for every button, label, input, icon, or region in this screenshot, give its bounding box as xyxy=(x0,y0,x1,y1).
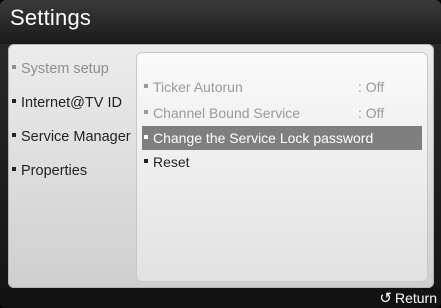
sidebar-item-system-setup[interactable]: System setup xyxy=(12,60,136,94)
sidebar-item-label: System setup xyxy=(21,61,109,77)
sidebar-item-label: Service Manager xyxy=(21,129,131,145)
option-value: : Off xyxy=(358,105,385,121)
sidebar-item-internet-tv-id[interactable]: Internet@TV ID xyxy=(12,94,136,128)
return-label: Return xyxy=(394,290,437,306)
settings-panel: System setup Internet@TV ID Service Mana… xyxy=(8,44,434,288)
option-value: : Off xyxy=(358,79,385,95)
option-label: Ticker Autorun xyxy=(153,79,243,95)
option-label: Channel Bound Service xyxy=(153,105,301,121)
guide-bar: ↺ Return xyxy=(0,288,441,308)
option-reset[interactable]: Reset xyxy=(142,150,422,174)
bullet-icon xyxy=(12,167,16,172)
settings-window: Settings System setup Internet@TV ID Ser… xyxy=(0,0,441,308)
category-menu: System setup Internet@TV ID Service Mana… xyxy=(12,60,136,196)
option-ticker-autorun[interactable]: Ticker Autorun : Off xyxy=(142,75,422,99)
sidebar-item-label: Properties xyxy=(21,163,88,179)
option-channel-bound-service[interactable]: Channel Bound Service : Off xyxy=(142,101,422,125)
sidebar-item-properties[interactable]: Properties xyxy=(12,162,136,196)
option-label: Reset xyxy=(153,154,190,170)
sidebar-item-service-manager[interactable]: Service Manager xyxy=(12,128,136,162)
title-bar: Settings xyxy=(0,0,441,44)
sidebar-item-label: Internet@TV ID xyxy=(21,95,122,111)
page-title: Settings xyxy=(10,5,92,30)
option-label: Change the Service Lock password xyxy=(153,130,374,146)
return-button[interactable]: ↺ Return xyxy=(379,288,437,308)
option-change-service-lock-password[interactable]: Change the Service Lock password xyxy=(142,126,422,150)
bullet-icon xyxy=(144,159,148,164)
bullet-icon xyxy=(12,133,16,138)
bullet-icon xyxy=(144,135,148,140)
bullet-icon xyxy=(12,99,16,104)
bullet-icon xyxy=(12,65,16,70)
return-arrow-icon: ↺ xyxy=(379,290,392,307)
service-manager-options: Ticker Autorun : Off Channel Bound Servi… xyxy=(136,52,428,282)
bullet-icon xyxy=(144,84,148,89)
bullet-icon xyxy=(144,110,148,115)
